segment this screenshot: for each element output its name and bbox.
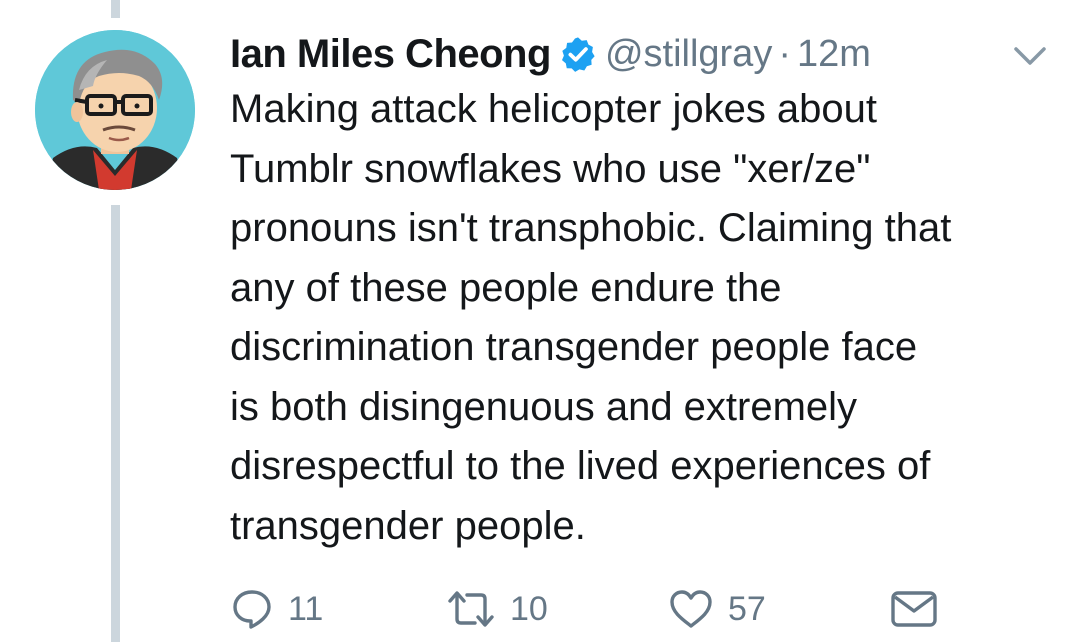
- like-button[interactable]: 57: [668, 584, 766, 634]
- avatar-illustration: [35, 30, 195, 190]
- retweet-icon: [446, 587, 496, 631]
- reply-count: 11: [288, 589, 324, 628]
- retweet-button[interactable]: 10: [446, 584, 548, 634]
- tweet-text: Making attack helicopter jokes about Tum…: [230, 87, 952, 548]
- verified-badge-icon: [559, 35, 597, 73]
- chevron-down-icon[interactable]: [1012, 44, 1048, 68]
- user-handle[interactable]: @stillgray: [605, 33, 772, 76]
- heart-icon: [668, 587, 714, 631]
- display-name[interactable]: Ian Miles Cheong: [230, 32, 551, 77]
- reply-button[interactable]: 11: [230, 584, 323, 634]
- header-separator: ·: [778, 32, 791, 75]
- tweet-header: Ian Miles Cheong @stillgray · 12m: [230, 26, 871, 82]
- avatar[interactable]: [35, 30, 195, 190]
- direct-message-button[interactable]: [890, 584, 938, 634]
- retweet-count: 10: [510, 589, 548, 628]
- like-count: 57: [728, 589, 766, 628]
- tweet-actions: 11 10 57: [230, 584, 950, 634]
- envelope-icon: [890, 589, 938, 629]
- thread-line-top: [111, 0, 120, 18]
- thread-line-bottom: [111, 205, 120, 642]
- tweet-timestamp[interactable]: 12m: [797, 33, 871, 76]
- reply-icon: [230, 587, 274, 631]
